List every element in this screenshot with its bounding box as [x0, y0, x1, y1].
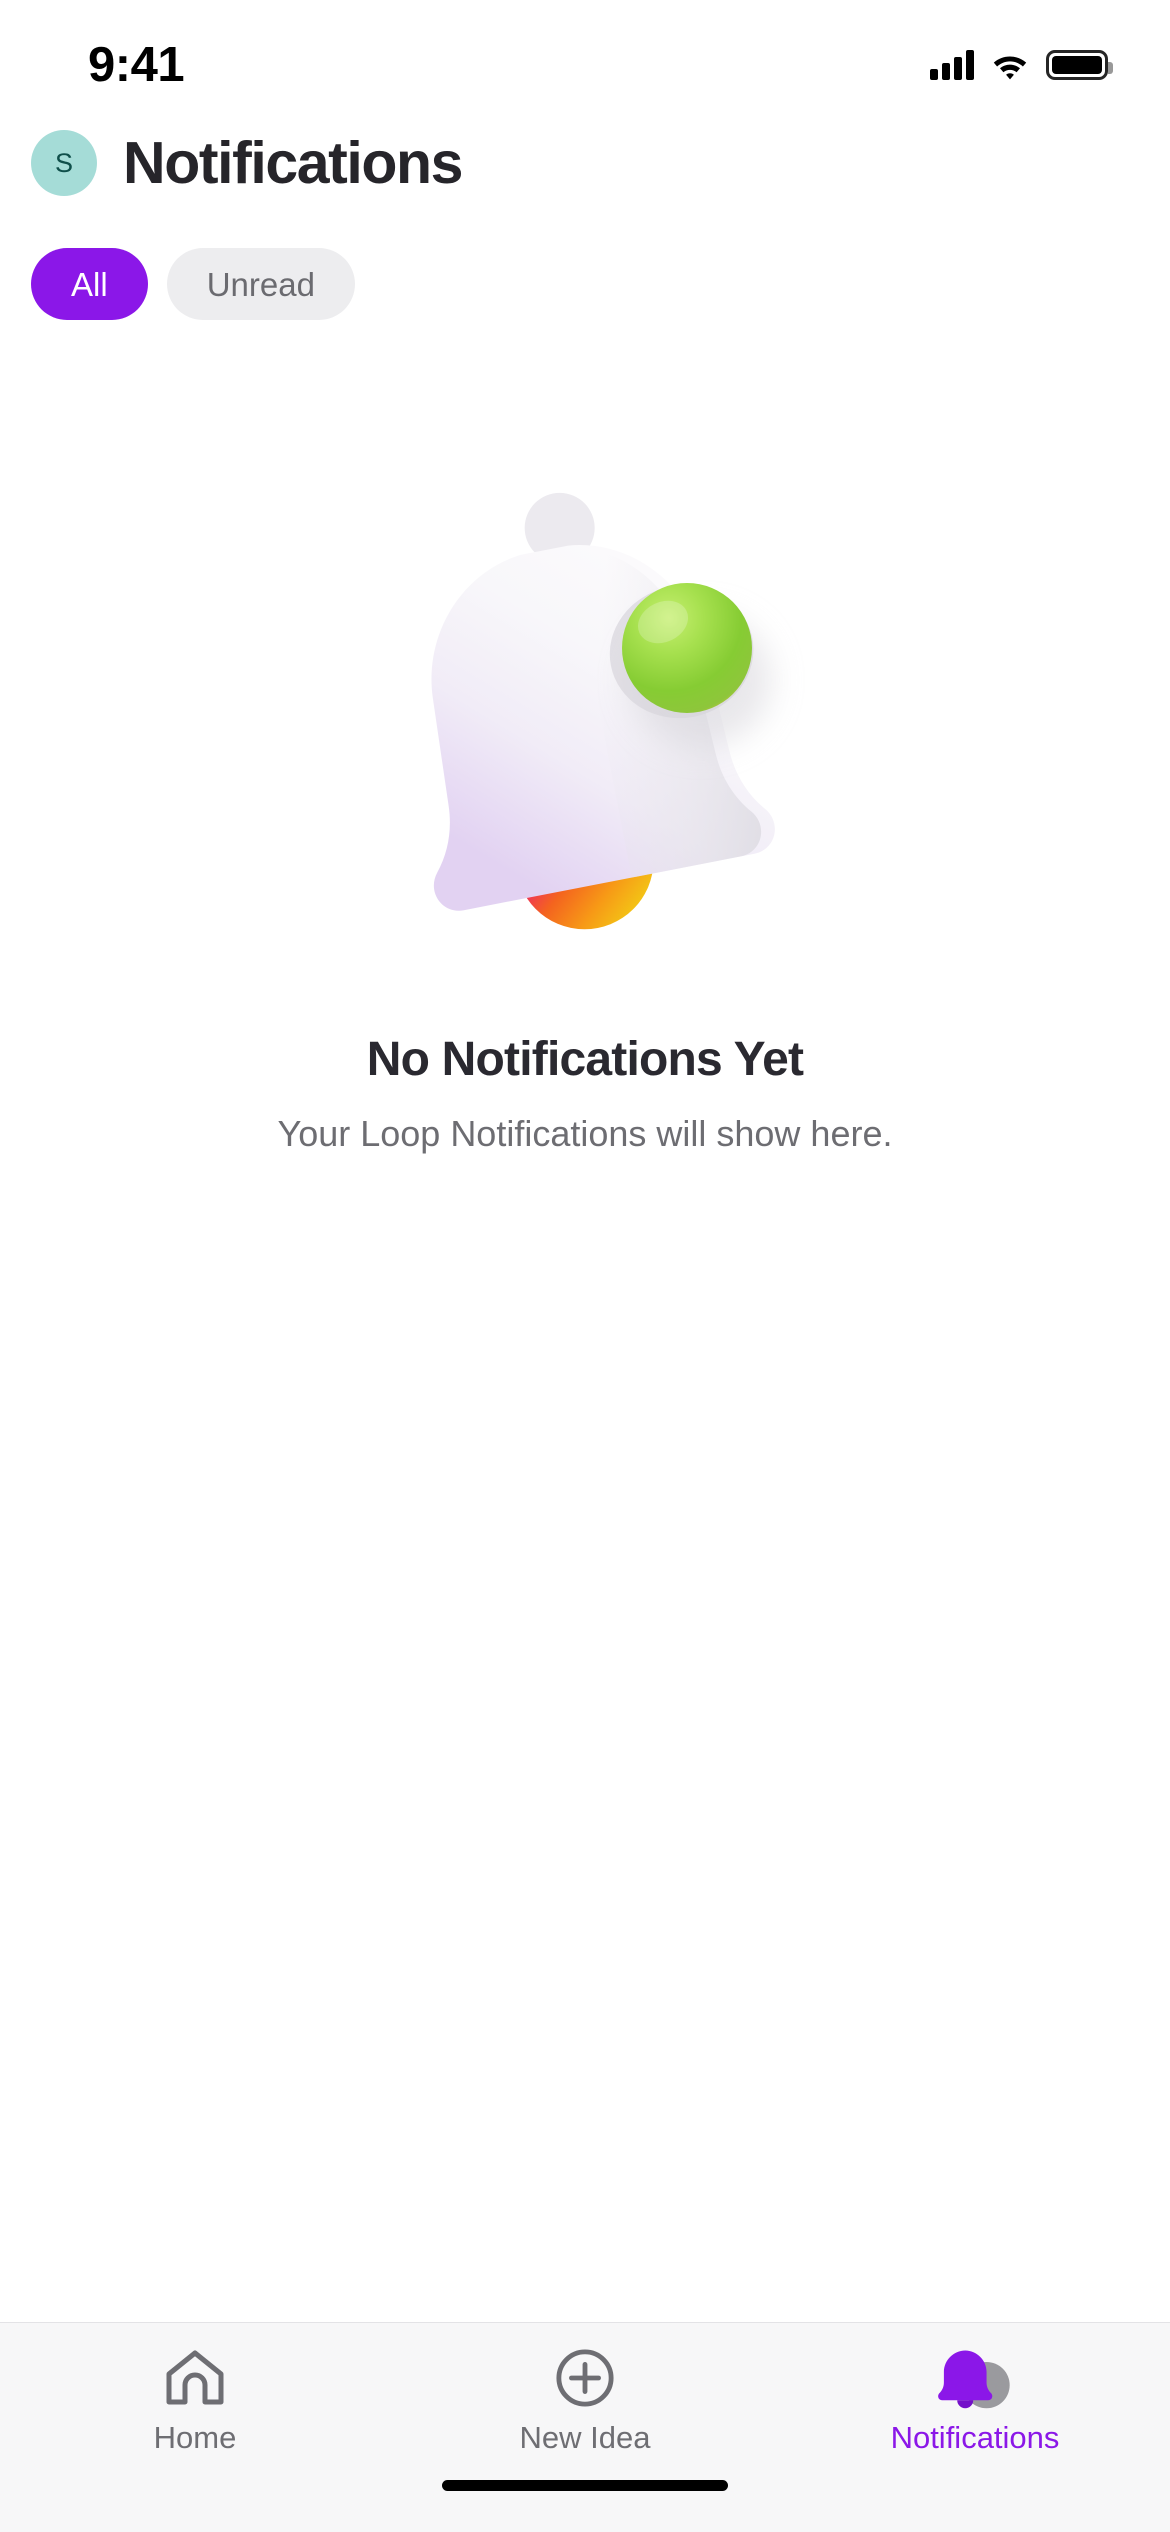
- notifications-screen: 9:41 S Notifications All Unread No Notif…: [0, 0, 1170, 2532]
- page-title: Notifications: [123, 129, 463, 196]
- empty-state-title: No Notifications Yet: [366, 1033, 804, 1086]
- status-bar-time: 9:41: [88, 37, 185, 92]
- battery-full-icon: [1046, 50, 1113, 80]
- home-indicator-area: [0, 2470, 1170, 2532]
- cellular-signal-icon: [930, 50, 974, 80]
- filter-pill-all[interactable]: All: [31, 248, 148, 320]
- home-icon: [155, 2347, 235, 2409]
- tab-home-label: Home: [153, 2420, 237, 2455]
- page-header: S Notifications: [0, 116, 1170, 196]
- bottom-tab-bar: Home New Idea Notifications: [0, 2322, 1170, 2470]
- tab-notifications-label: Notifications: [890, 2420, 1060, 2455]
- plus-circle-icon: [545, 2347, 625, 2409]
- empty-state: No Notifications Yet Your Loop Notificat…: [0, 320, 1170, 2322]
- tab-new-idea-label: New Idea: [519, 2420, 651, 2455]
- status-bar-indicators: [930, 36, 1113, 80]
- avatar[interactable]: S: [31, 130, 97, 196]
- empty-state-subtitle: Your Loop Notifications will show here.: [277, 1112, 893, 1154]
- wifi-icon: [991, 50, 1029, 80]
- status-bar: 9:41: [0, 0, 1170, 116]
- filter-tabs: All Unread: [0, 196, 1170, 320]
- home-indicator-bar[interactable]: [442, 2480, 728, 2491]
- bell-filled-icon: [935, 2347, 1015, 2409]
- tab-notifications[interactable]: Notifications: [780, 2347, 1170, 2453]
- filter-pill-unread[interactable]: Unread: [166, 248, 355, 320]
- tab-home[interactable]: Home: [0, 2347, 390, 2453]
- tab-new-idea[interactable]: New Idea: [390, 2347, 780, 2453]
- avatar-initial: S: [54, 147, 73, 178]
- 3d-bell-icon: [305, 442, 865, 982]
